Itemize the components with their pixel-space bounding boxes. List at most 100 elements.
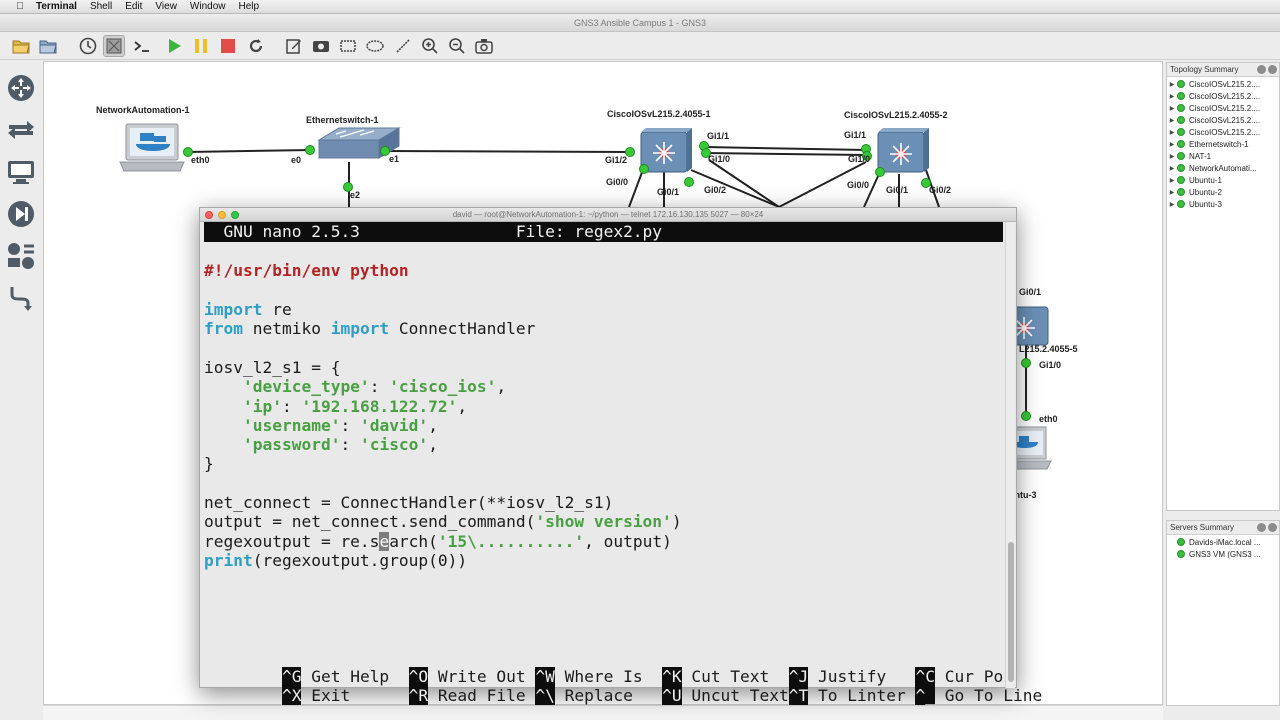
float-panel-icon[interactable] bbox=[1257, 65, 1266, 74]
browse-switches-icon[interactable] bbox=[4, 113, 38, 147]
topology-item[interactable]: ▶ CiscoIOSvL215.2.... bbox=[1167, 114, 1279, 126]
console-all-icon[interactable] bbox=[131, 35, 153, 57]
terminal-scrollbar[interactable] bbox=[1005, 222, 1015, 688]
iosv-2-node-icon[interactable] bbox=[877, 128, 929, 173]
device-type-dock bbox=[0, 61, 42, 706]
expand-arrow-icon[interactable]: ▶ bbox=[1167, 117, 1177, 124]
topology-item[interactable]: ▶ CiscoIOSvL215.2.... bbox=[1167, 90, 1279, 102]
main-toolbar bbox=[0, 32, 1280, 60]
menu-edit[interactable]: Edit bbox=[125, 1, 142, 12]
server-item[interactable]: Davids-iMac.local ... bbox=[1167, 536, 1279, 548]
node-label-iosv-1: CiscoIOSvL215.2.4055-1 bbox=[607, 109, 711, 119]
zoom-in-icon[interactable] bbox=[419, 35, 441, 57]
topology-item[interactable]: ▶ Ubuntu-1 bbox=[1167, 174, 1279, 186]
zoom-out-icon[interactable] bbox=[446, 35, 468, 57]
terminal-title: david — root@NetworkAutomation-1: ~/pyth… bbox=[452, 210, 764, 219]
menu-window[interactable]: Window bbox=[190, 1, 226, 12]
gns3-window-title: GNS3 Ansible Campus 1 - GNS3 bbox=[0, 14, 1280, 32]
draw-ellipse-icon[interactable] bbox=[364, 35, 386, 57]
browse-routers-icon[interactable] bbox=[4, 71, 38, 105]
snapshot-clock-icon[interactable] bbox=[77, 35, 99, 57]
minimize-window-icon[interactable] bbox=[218, 211, 226, 219]
add-link-icon[interactable] bbox=[4, 281, 38, 315]
server-item[interactable]: GNS3 VM (GNS3 ... bbox=[1167, 548, 1279, 560]
menu-help[interactable]: Help bbox=[239, 1, 260, 12]
menu-shell[interactable]: Shell bbox=[90, 1, 112, 12]
open-project-icon[interactable] bbox=[10, 35, 32, 57]
save-project-icon[interactable] bbox=[37, 35, 59, 57]
topology-item[interactable]: ▶ Ethernetswitch-1 bbox=[1167, 138, 1279, 150]
shortcut-replace[interactable]: ^\ Replace bbox=[535, 686, 662, 705]
start-all-icon[interactable] bbox=[163, 35, 185, 57]
expand-arrow-icon[interactable]: ▶ bbox=[1167, 153, 1177, 160]
stop-all-icon[interactable] bbox=[217, 35, 239, 57]
topology-item[interactable]: ▶ CiscoIOSvL215.2.... bbox=[1167, 126, 1279, 138]
status-green-icon bbox=[1177, 550, 1185, 558]
status-green-icon bbox=[1177, 176, 1185, 184]
status-green-icon bbox=[1177, 116, 1185, 124]
terminal-window[interactable]: david — root@NetworkAutomation-1: ~/pyth… bbox=[199, 207, 1042, 705]
shortcut-uncut-text[interactable]: ^U Uncut Text bbox=[662, 686, 789, 705]
code-line: from netmiko import ConnectHandler bbox=[204, 319, 536, 338]
topology-item[interactable]: ▶ CiscoIOSvL215.2.... bbox=[1167, 78, 1279, 90]
browse-all-devices-icon[interactable] bbox=[4, 239, 38, 273]
reload-all-icon[interactable] bbox=[245, 35, 267, 57]
shortcut-to-linter[interactable]: ^T To Linter bbox=[788, 686, 916, 705]
topology-item[interactable]: ▶ Ubuntu-2 bbox=[1167, 186, 1279, 198]
nano-shortcuts-row-2: ^X Exit ^R Read File ^\ Replace ^U Uncut… bbox=[204, 666, 1042, 705]
expand-arrow-icon[interactable]: ▶ bbox=[1167, 165, 1177, 172]
show-interface-labels-icon[interactable] bbox=[103, 35, 125, 57]
port-label: Gi1/0 bbox=[1039, 360, 1062, 370]
expand-arrow-icon[interactable]: ▶ bbox=[1167, 189, 1177, 196]
port-label: Gi0/0 bbox=[606, 177, 629, 187]
expand-arrow-icon[interactable]: ▶ bbox=[1167, 177, 1177, 184]
apple-menu-icon[interactable]:  bbox=[12, 1, 28, 12]
nano-editor[interactable]: GNU nano 2.5.3 File: regex2.py #!/usr/bi… bbox=[200, 222, 1042, 705]
insert-picture-icon[interactable] bbox=[310, 35, 332, 57]
node-label-networkautomation: NetworkAutomation-1 bbox=[96, 105, 190, 115]
port-label: Gi0/2 bbox=[929, 185, 952, 195]
expand-arrow-icon[interactable]: ▶ bbox=[1167, 105, 1177, 112]
expand-arrow-icon[interactable]: ▶ bbox=[1167, 93, 1177, 100]
topology-item[interactable]: ▶ CiscoIOSvL215.2.... bbox=[1167, 102, 1279, 114]
browse-security-devices-icon[interactable] bbox=[4, 197, 38, 231]
terminal-titlebar[interactable]: david — root@NetworkAutomation-1: ~/pyth… bbox=[200, 208, 1016, 222]
shortcut-exit[interactable]: ^X Exit bbox=[281, 686, 409, 705]
iosv-1-node-icon[interactable] bbox=[640, 128, 692, 173]
float-panel-icon[interactable] bbox=[1257, 523, 1266, 532]
menu-app-terminal[interactable]: Terminal bbox=[36, 1, 77, 12]
close-window-icon[interactable] bbox=[205, 211, 213, 219]
draw-line-icon[interactable] bbox=[392, 35, 414, 57]
nano-shortcuts-row-1: ^G Get Help ^O Write Out ^W Where Is ^K … bbox=[204, 647, 1013, 686]
add-note-icon[interactable] bbox=[283, 35, 305, 57]
topology-item[interactable]: ▶ NetworkAutomati... bbox=[1167, 162, 1279, 174]
topology-item[interactable]: ▶ Ubuntu-3 bbox=[1167, 198, 1279, 210]
expand-arrow-icon[interactable]: ▶ bbox=[1167, 81, 1177, 88]
code-line: import re bbox=[204, 300, 292, 319]
servers-summary-panel: Servers Summary Davids-iMac.local ... GN… bbox=[1166, 520, 1280, 706]
port-label: Gi0/1 bbox=[886, 185, 909, 195]
browse-end-devices-icon[interactable] bbox=[4, 155, 38, 189]
port-label: Gi1/0 bbox=[708, 154, 731, 164]
port-label: Gi1/2 bbox=[605, 155, 628, 165]
screenshot-camera-icon[interactable] bbox=[473, 35, 495, 57]
shortcut-read-file[interactable]: ^R Read File bbox=[408, 686, 536, 705]
port-label: Gi1/0 bbox=[848, 154, 871, 164]
menu-view[interactable]: View bbox=[155, 1, 177, 12]
expand-arrow-icon[interactable]: ▶ bbox=[1167, 141, 1177, 148]
expand-arrow-icon[interactable]: ▶ bbox=[1167, 201, 1177, 208]
topology-summary-title: Topology Summary bbox=[1170, 65, 1239, 74]
suspend-all-icon[interactable] bbox=[190, 35, 212, 57]
shortcut-go-to-line[interactable]: ^_ Go To Line bbox=[915, 686, 1042, 705]
status-green-icon bbox=[1177, 200, 1185, 208]
zoom-window-icon[interactable] bbox=[231, 211, 239, 219]
topology-item[interactable]: ▶ NAT-1 bbox=[1167, 150, 1279, 162]
networkautomation-node-icon[interactable] bbox=[119, 123, 185, 172]
terminal-scrollbar-thumb[interactable] bbox=[1008, 542, 1014, 682]
status-green-icon bbox=[1177, 140, 1185, 148]
code-line: iosv_l2_s1 = { bbox=[204, 358, 341, 377]
close-panel-icon[interactable] bbox=[1268, 65, 1277, 74]
draw-rectangle-icon[interactable] bbox=[337, 35, 359, 57]
close-panel-icon[interactable] bbox=[1268, 523, 1277, 532]
expand-arrow-icon[interactable]: ▶ bbox=[1167, 129, 1177, 136]
